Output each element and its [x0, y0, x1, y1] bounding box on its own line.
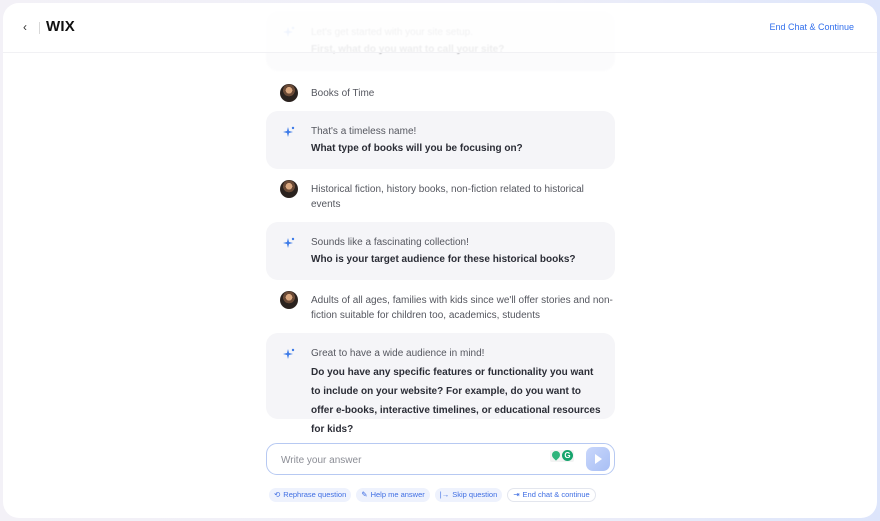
answer-composer: G	[266, 443, 615, 475]
assistant-question: Who is your target audience for these hi…	[311, 254, 576, 265]
end-chat-continue-button[interactable]: ⇥ End chat & continue	[507, 488, 596, 502]
skip-question-button[interactable]: |→ Skip question	[434, 488, 503, 502]
header: ‹ WIX End Chat & Continue	[3, 3, 877, 53]
chip-label: Help me answer	[370, 490, 425, 499]
help-icon: ✎	[361, 490, 368, 499]
chat-window: ‹ WIX End Chat & Continue Let's get star…	[3, 3, 877, 518]
rephrase-icon: ⟲	[274, 490, 281, 499]
rephrase-question-button[interactable]: ⟲ Rephrase question	[269, 488, 352, 502]
extension-icons: G	[550, 449, 574, 462]
user-message: Adults of all ages, families with kids s…	[266, 291, 615, 323]
grammarly-icon[interactable]: G	[562, 450, 573, 461]
assistant-intro: That's a timeless name!	[311, 126, 417, 137]
user-message-text: Adults of all ages, families with kids s…	[311, 295, 613, 321]
assistant-question: What type of books will you be focusing …	[311, 143, 523, 154]
user-avatar	[280, 180, 298, 198]
user-message-text: Books of Time	[311, 88, 375, 99]
ai-sparkle-icon	[283, 348, 295, 359]
back-icon[interactable]: ‹	[23, 20, 35, 34]
ai-sparkle-icon	[283, 126, 295, 137]
assistant-message: Sounds like a fascinating collection! Wh…	[266, 222, 615, 280]
assistant-question: Do you have any specific features or fun…	[311, 367, 601, 435]
ai-sparkle-icon	[283, 237, 295, 248]
user-message: Historical fiction, history books, non-f…	[266, 180, 615, 212]
assistant-intro: Sounds like a fascinating collection!	[311, 237, 469, 248]
chip-label: Skip question	[452, 490, 498, 499]
help-me-answer-button[interactable]: ✎ Help me answer	[356, 488, 430, 502]
end-chat-continue-link[interactable]: End Chat & Continue	[769, 22, 854, 32]
user-message-text: Historical fiction, history books, non-f…	[311, 184, 584, 210]
send-icon	[595, 454, 602, 464]
skip-icon: |→	[439, 490, 450, 499]
assistant-message: That's a timeless name! What type of boo…	[266, 111, 615, 169]
chip-label: Rephrase question	[283, 490, 347, 499]
chip-label: End chat & continue	[522, 490, 590, 499]
assistant-message: Great to have a wide audience in mind! D…	[266, 333, 615, 435]
answer-input[interactable]	[281, 452, 541, 468]
exit-icon: ⇥	[513, 490, 520, 499]
user-message: Books of Time	[266, 84, 615, 102]
header-divider	[39, 22, 40, 34]
user-avatar	[280, 84, 298, 102]
wix-logo: WIX	[46, 18, 75, 35]
send-button[interactable]	[586, 447, 610, 471]
pin-extension-icon[interactable]	[550, 449, 562, 461]
quick-actions: ⟲ Rephrase question ✎ Help me answer |→ …	[269, 488, 596, 502]
user-avatar	[280, 291, 298, 309]
assistant-intro: Great to have a wide audience in mind!	[311, 348, 485, 359]
